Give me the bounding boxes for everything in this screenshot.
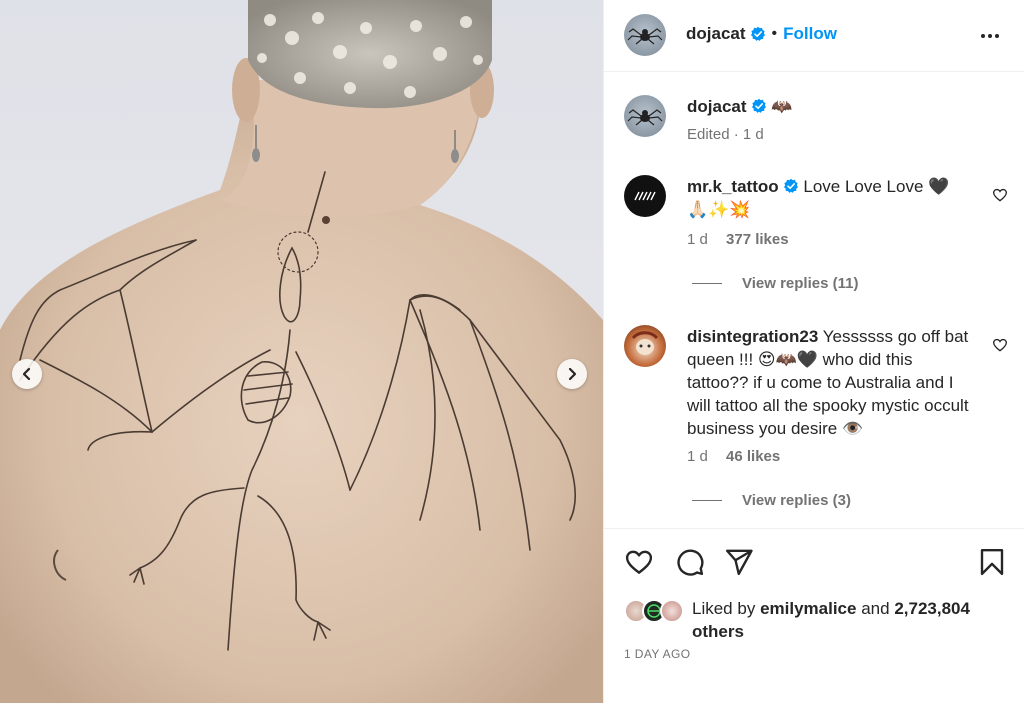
- liker-avatars: [624, 599, 688, 623]
- view-replies-label: View replies (11): [742, 275, 859, 292]
- caption-item: dojacat 🦇 Edited · 1 d: [624, 95, 1004, 145]
- caption-author-avatar[interactable]: [624, 95, 666, 137]
- commenter-avatar[interactable]: [624, 175, 666, 217]
- next-photo-button[interactable]: [557, 359, 587, 389]
- comment-text: disintegration23 Yessssss go off bat que…: [687, 325, 972, 440]
- commenter-avatar[interactable]: [624, 325, 666, 367]
- comment-icon[interactable]: [675, 547, 705, 577]
- caption-emoji: 🦇: [771, 97, 793, 116]
- comment-text: mr.k_tattoo Love Love Love 🖤 🙏🏻✨💥: [687, 175, 972, 221]
- comment-likes[interactable]: 377 likes: [726, 231, 789, 248]
- comment-body: Love Love Love 🖤: [803, 177, 950, 196]
- bookmark-icon[interactable]: [977, 547, 1007, 577]
- author-username[interactable]: dojacat: [686, 24, 746, 44]
- replies-divider: [692, 283, 722, 284]
- more-options-icon[interactable]: [979, 26, 1001, 46]
- chevron-right-icon: [568, 367, 577, 381]
- post-media[interactable]: [0, 0, 603, 703]
- comment-likes[interactable]: 46 likes: [726, 448, 780, 465]
- illustrated-face-avatar-icon: [631, 331, 659, 355]
- comment-age: 1 d: [687, 231, 708, 248]
- comment-item: disintegration23 Yessssss go off bat que…: [624, 323, 1008, 523]
- liked-by-prefix: Liked by: [692, 599, 756, 618]
- like-comment-heart-icon[interactable]: [992, 337, 1008, 353]
- liked-by-user[interactable]: emilymalice: [760, 599, 856, 618]
- post-side-panel: dojacat • Follow dojacat 🦇 Edited · 1 d …: [603, 0, 1024, 703]
- post-header: dojacat • Follow: [604, 0, 1024, 72]
- post-timestamp[interactable]: 1 DAY AGO: [624, 647, 691, 661]
- view-replies-label: View replies (3): [742, 492, 851, 509]
- author-avatar[interactable]: [624, 14, 666, 56]
- comment-body-emoji: 🙏🏻✨💥: [687, 200, 751, 219]
- like-comment-heart-icon[interactable]: [992, 187, 1008, 203]
- spider-avatar-icon: [627, 109, 663, 126]
- post-photo: [0, 0, 603, 703]
- commenter-username[interactable]: mr.k_tattoo: [687, 177, 779, 196]
- follow-button[interactable]: Follow: [783, 24, 837, 44]
- liker-avatar: [660, 599, 684, 623]
- chevron-left-icon: [22, 367, 31, 381]
- comment-age: 1 d: [687, 448, 708, 465]
- view-replies-button[interactable]: View replies (3): [692, 492, 851, 509]
- likes-others[interactable]: others: [692, 622, 744, 641]
- heart-icon[interactable]: [624, 547, 654, 577]
- verified-badge-icon: [751, 98, 766, 113]
- caption-text: dojacat 🦇: [687, 95, 792, 118]
- spider-avatar-icon: [627, 28, 663, 45]
- share-icon[interactable]: [724, 547, 754, 577]
- liked-by-text: Liked by emilymalice and 2,723,804 other…: [692, 597, 1002, 643]
- liked-by-and: and: [861, 599, 890, 618]
- comment-item: mr.k_tattoo Love Love Love 🖤 🙏🏻✨💥 1 d 37…: [624, 173, 1008, 303]
- comment-meta: 1 d 46 likes: [687, 448, 780, 465]
- previous-photo-button[interactable]: [12, 359, 42, 389]
- separator-dot: •: [771, 25, 778, 42]
- comments-section[interactable]: dojacat 🦇 Edited · 1 d mr.k_tattoo Love …: [604, 73, 1024, 528]
- comment-meta: 1 d 377 likes: [687, 231, 789, 248]
- replies-divider: [692, 500, 722, 501]
- verified-badge-icon: [783, 178, 798, 193]
- likes-count[interactable]: 2,723,804: [894, 599, 970, 618]
- commenter-username[interactable]: disintegration23: [687, 327, 818, 346]
- caption-edited-label: Edited · 1 d: [687, 126, 764, 143]
- caption-username[interactable]: dojacat: [687, 97, 747, 116]
- post-actions: Liked by emilymalice and 2,723,804 other…: [604, 528, 1024, 703]
- studio-logo-icon: [634, 191, 656, 201]
- view-replies-button[interactable]: View replies (11): [692, 275, 858, 292]
- verified-badge-icon: [750, 26, 765, 41]
